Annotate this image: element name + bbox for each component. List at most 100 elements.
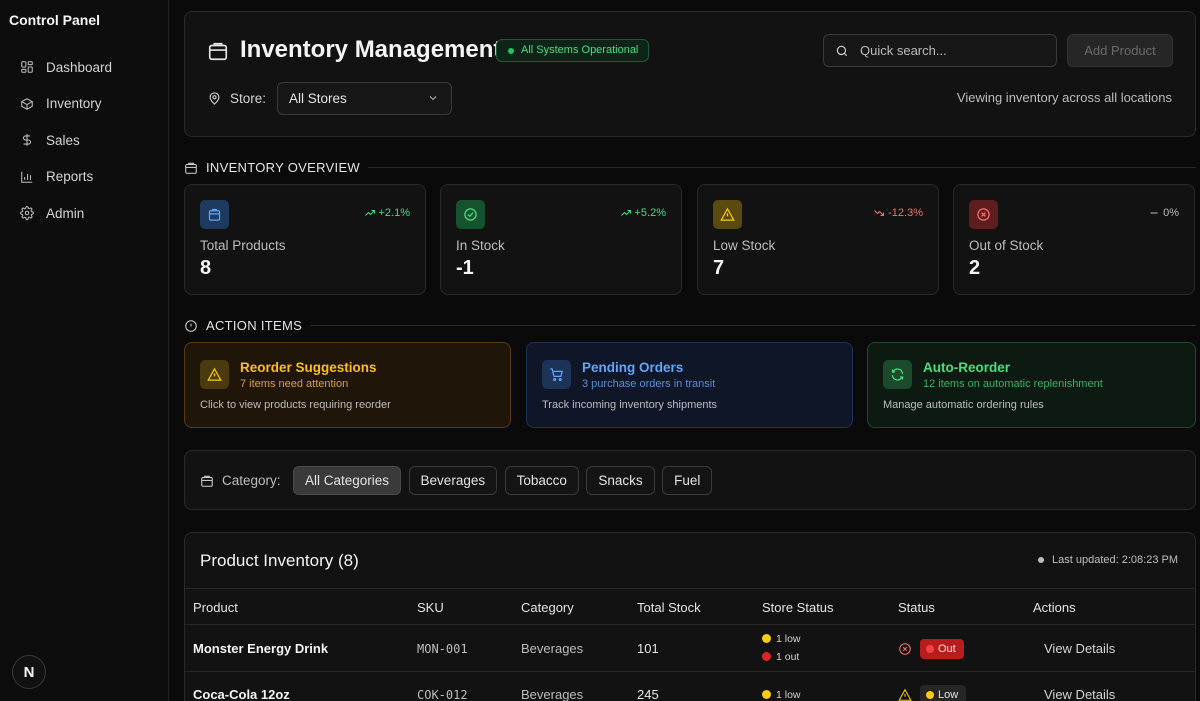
red-dot-icon xyxy=(762,652,771,661)
store-status: 1 low xyxy=(762,686,801,701)
sidebar-item-reports[interactable]: Reports xyxy=(10,160,160,194)
stat-trend: +2.1% xyxy=(364,207,410,219)
pending-orders-card[interactable]: Pending Orders 3 purchase orders in tran… xyxy=(526,342,853,428)
section-title: ACTION ITEMS xyxy=(206,318,303,333)
stat-trend: -12.3% xyxy=(873,207,923,219)
store-filter: Store: All Stores xyxy=(207,82,453,115)
warning-icon xyxy=(898,688,912,701)
column-header-product[interactable]: Product xyxy=(193,600,238,615)
divider xyxy=(367,167,1196,168)
product-category: Beverages xyxy=(521,687,584,701)
stat-value: 2 xyxy=(969,257,981,279)
add-product-button[interactable]: Add Product xyxy=(1067,34,1173,67)
product-name: Coca-Cola 12oz xyxy=(193,687,290,701)
box-icon xyxy=(20,97,34,110)
store-status-out: 1 out xyxy=(762,648,801,666)
alert-circle-icon xyxy=(185,319,197,332)
chevron-down-icon xyxy=(429,96,437,101)
reorder-suggestions-card[interactable]: Reorder Suggestions 7 items need attenti… xyxy=(184,342,511,428)
store-label: Store: xyxy=(230,91,267,106)
table-row: Monster Energy Drink MON-001 Beverages 1… xyxy=(185,625,1195,672)
sidebar-item-label: Reports xyxy=(46,169,94,184)
yellow-dot-icon xyxy=(762,634,771,643)
category-chip-beverages[interactable]: Beverages xyxy=(408,466,498,495)
stat-icon-box xyxy=(969,200,998,229)
warning-icon xyxy=(720,207,735,221)
sidebar-item-dashboard[interactable]: Dashboard xyxy=(10,50,160,84)
action-subtitle: 12 items on automatic replenishment xyxy=(923,378,1103,390)
sidebar-item-inventory[interactable]: Inventory xyxy=(10,87,160,121)
x-circle-icon xyxy=(977,208,990,221)
stat-trend-value: 0% xyxy=(1163,207,1179,219)
view-details-button[interactable]: View Details xyxy=(1044,641,1115,656)
category-chip-fuel[interactable]: Fuel xyxy=(662,466,713,495)
action-description: Manage automatic ordering rules xyxy=(883,399,1044,411)
category-chip-all[interactable]: All Categories xyxy=(293,466,402,495)
action-subtitle: 7 items need attention xyxy=(240,378,349,390)
avatar[interactable]: N xyxy=(12,655,46,689)
action-title: Auto-Reorder xyxy=(923,360,1010,375)
column-header-sku[interactable]: SKU xyxy=(417,600,444,615)
dashboard-icon xyxy=(21,61,33,73)
category-label: Category: xyxy=(200,473,281,488)
viewing-text: Viewing inventory across all locations xyxy=(956,90,1172,105)
sidebar-item-label: Dashboard xyxy=(46,59,113,75)
overview-heading: INVENTORY OVERVIEW xyxy=(184,160,1196,175)
stat-card-out-of-stock: 0% Out of Stock 2 xyxy=(953,184,1195,295)
sidebar-item-admin[interactable]: Admin xyxy=(10,196,160,230)
store-select[interactable]: All Stores xyxy=(277,82,453,115)
stat-card-total-products: +2.1% Total Products 8 xyxy=(184,184,426,295)
column-header-status[interactable]: Status xyxy=(898,600,935,615)
stat-label: Out of Stock xyxy=(969,238,1044,253)
store-status-low: 1 low xyxy=(762,686,801,701)
store-status: 1 low 1 out xyxy=(762,630,801,666)
stat-trend-value: +5.2% xyxy=(634,207,667,219)
product-sku: COK-012 xyxy=(417,688,468,701)
stat-label: In Stock xyxy=(456,238,505,253)
sidebar-item-sales[interactable]: Sales xyxy=(10,123,160,157)
search-icon xyxy=(836,45,848,57)
category-label-text: Category: xyxy=(222,473,281,488)
action-description: Track incoming inventory shipments xyxy=(542,399,718,411)
column-header-total-stock[interactable]: Total Stock xyxy=(637,600,701,615)
column-header-store-status[interactable]: Store Status xyxy=(762,600,834,615)
status-badge: All Systems Operational xyxy=(496,39,650,62)
header-card: Inventory Management All Systems Operati… xyxy=(184,11,1196,137)
stat-icon-box xyxy=(456,200,485,229)
category-chip-tobacco[interactable]: Tobacco xyxy=(504,466,579,495)
category-chip-snacks[interactable]: Snacks xyxy=(586,466,655,495)
action-title: Pending Orders xyxy=(582,360,684,375)
status-text: Low xyxy=(938,689,959,701)
store-status-text: 1 low xyxy=(776,633,801,645)
product-stock: 101 xyxy=(637,641,659,656)
trending-up-icon xyxy=(364,210,375,216)
warning-icon xyxy=(207,367,222,381)
trending-down-icon xyxy=(874,210,885,216)
package-icon xyxy=(201,475,213,487)
red-dot-icon xyxy=(926,645,934,653)
stat-icon-box xyxy=(200,200,229,229)
store-status-text: 1 low xyxy=(776,689,801,701)
stat-trend: 0% xyxy=(1148,207,1179,219)
stat-label: Low Stock xyxy=(713,238,776,253)
status-text: Out xyxy=(938,643,956,655)
page-title: Inventory Management xyxy=(240,36,502,63)
store-status-low: 1 low xyxy=(762,630,801,648)
section-title: INVENTORY OVERVIEW xyxy=(206,160,360,175)
cart-icon xyxy=(550,368,563,382)
refresh-icon xyxy=(891,368,904,381)
table-header: Product SKU Category Total Stock Store S… xyxy=(185,588,1195,625)
yellow-dot-icon xyxy=(926,691,934,699)
auto-reorder-card[interactable]: Auto-Reorder 12 items on automatic reple… xyxy=(867,342,1196,428)
check-circle-icon xyxy=(464,208,477,221)
yellow-dot-icon xyxy=(762,690,771,699)
column-header-category[interactable]: Category xyxy=(521,600,574,615)
package-icon xyxy=(185,162,197,174)
view-details-button[interactable]: View Details xyxy=(1044,687,1115,701)
sidebar: Control Panel Dashboard Inventory Sales … xyxy=(0,0,169,701)
search-input[interactable] xyxy=(860,35,1050,66)
stat-value: -1 xyxy=(456,257,474,279)
status-badge-out: Out xyxy=(920,639,964,659)
stat-value: 7 xyxy=(713,257,725,279)
stat-card-in-stock: +5.2% In Stock -1 xyxy=(440,184,682,295)
